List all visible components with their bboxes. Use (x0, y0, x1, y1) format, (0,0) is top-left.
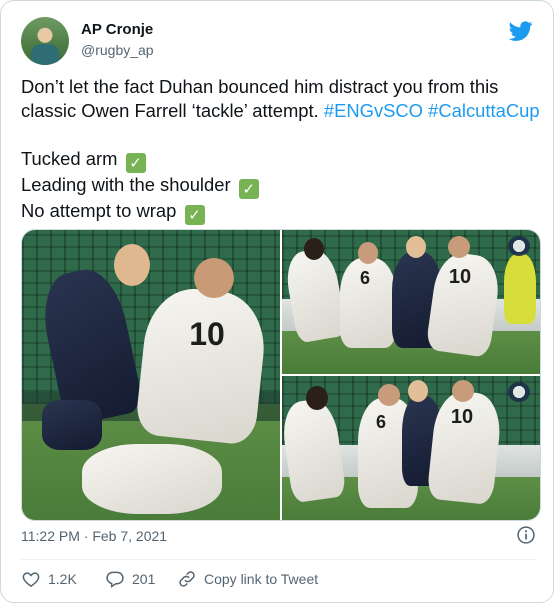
list-item-text: Leading with the shoulder (21, 174, 231, 195)
logo-icon (508, 236, 530, 256)
list-item: Tucked arm ✓ (21, 147, 541, 173)
tweet-header: AP Cronje @rugby_ap (21, 15, 541, 65)
rugby-photo-3[interactable]: 6 10 (282, 376, 540, 520)
tweet-card[interactable]: AP Cronje @rugby_ap Don’t let the fact D… (0, 0, 554, 603)
tweet-timestamp[interactable]: 11:22 PM · Feb 7, 2021 (21, 528, 167, 544)
copy-link-label: Copy link to Tweet (204, 571, 319, 587)
jersey-number: 10 (450, 406, 474, 428)
media-grid: 10 6 10 6 10 (21, 229, 541, 521)
rugby-photo-2[interactable]: 6 10 (282, 230, 540, 374)
author-handle[interactable]: @rugby_ap (81, 42, 154, 58)
heart-icon (22, 572, 40, 587)
tweet-body: Don’t let the fact Duhan bounced him dis… (21, 75, 541, 123)
hashtag-engvsco[interactable]: #ENGvSCO (324, 100, 423, 121)
avatar[interactable] (21, 17, 69, 65)
jersey-number: 10 (448, 266, 472, 288)
check-mark-icon: ✓ (184, 205, 205, 225)
logo-icon (508, 382, 530, 402)
author-name[interactable]: AP Cronje (81, 21, 153, 38)
like-button[interactable]: 1.2K (21, 568, 77, 590)
copy-link-button[interactable]: Copy link to Tweet (177, 568, 318, 590)
check-mark-icon: ✓ (238, 179, 259, 199)
reply-count: 201 (132, 571, 156, 587)
check-mark-icon: ✓ (125, 153, 146, 173)
list-item: No attempt to wrap ✓ (21, 199, 541, 225)
list-item: Leading with the shoulder ✓ (21, 173, 541, 199)
divider (21, 559, 537, 560)
tweet-text: Don’t let the fact Duhan bounced him dis… (21, 75, 541, 225)
reply-button[interactable]: 201 (105, 568, 155, 590)
jersey-number: 6 (375, 412, 386, 432)
action-bar: 1.2K 201 Copy link to Tweet (21, 568, 541, 590)
tweet-time[interactable]: 11:22 PM (21, 528, 80, 544)
hashtag-calcuttacup[interactable]: #CalcuttaCup (428, 100, 539, 121)
rugby-photo-1[interactable]: 10 (22, 230, 280, 520)
like-count: 1.2K (48, 571, 77, 587)
reply-bubble-icon (106, 571, 124, 588)
tweet-date[interactable]: Feb 7, 2021 (92, 528, 167, 544)
twitter-bird-icon[interactable] (509, 19, 533, 43)
jersey-number: 10 (189, 316, 225, 352)
list-item-text: Tucked arm (21, 148, 118, 169)
info-icon[interactable] (516, 525, 536, 545)
separator: · (79, 528, 93, 544)
tweet-body-text: Don’t let the fact Duhan bounced him dis… (21, 76, 499, 121)
jersey-number: 6 (359, 268, 370, 288)
link-icon (179, 571, 195, 587)
list-item-text: No attempt to wrap (21, 200, 177, 221)
